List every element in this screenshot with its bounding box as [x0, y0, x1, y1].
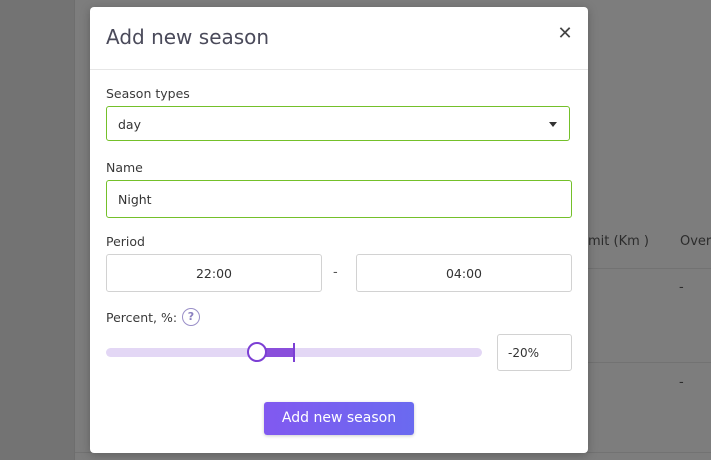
background-cell: - — [679, 280, 684, 295]
season-types-value: day — [118, 117, 141, 132]
background-column-header-over: Over — [680, 234, 711, 249]
percent-slider-thumb[interactable] — [247, 342, 267, 362]
period-end-input[interactable] — [356, 254, 572, 292]
season-types-select[interactable]: day — [106, 106, 570, 141]
season-types-label: Season types — [106, 86, 190, 101]
add-season-modal: Add new season ✕ Season types day Name P… — [90, 7, 588, 453]
percent-input[interactable] — [497, 334, 572, 371]
close-icon[interactable]: ✕ — [556, 23, 574, 45]
modal-header: Add new season ✕ — [90, 7, 588, 70]
background-sidebar — [0, 0, 74, 460]
period-separator: - — [333, 265, 338, 280]
period-start-input[interactable] — [106, 254, 322, 292]
percent-label: Percent, %: — [106, 310, 178, 325]
background-row-divider — [588, 362, 711, 363]
period-label: Period — [106, 234, 145, 249]
name-input[interactable] — [106, 180, 572, 218]
modal-title: Add new season — [106, 25, 270, 49]
add-new-season-button[interactable]: Add new season — [264, 402, 414, 435]
background-row-divider — [588, 268, 711, 269]
background-column-header-limit: mit (Km ) — [588, 234, 649, 249]
caret-down-icon — [549, 122, 557, 127]
name-label: Name — [106, 160, 143, 175]
percent-slider-origin-marker — [293, 343, 295, 362]
question-circle-icon[interactable]: ? — [182, 308, 200, 326]
background-cell: - — [679, 375, 684, 390]
